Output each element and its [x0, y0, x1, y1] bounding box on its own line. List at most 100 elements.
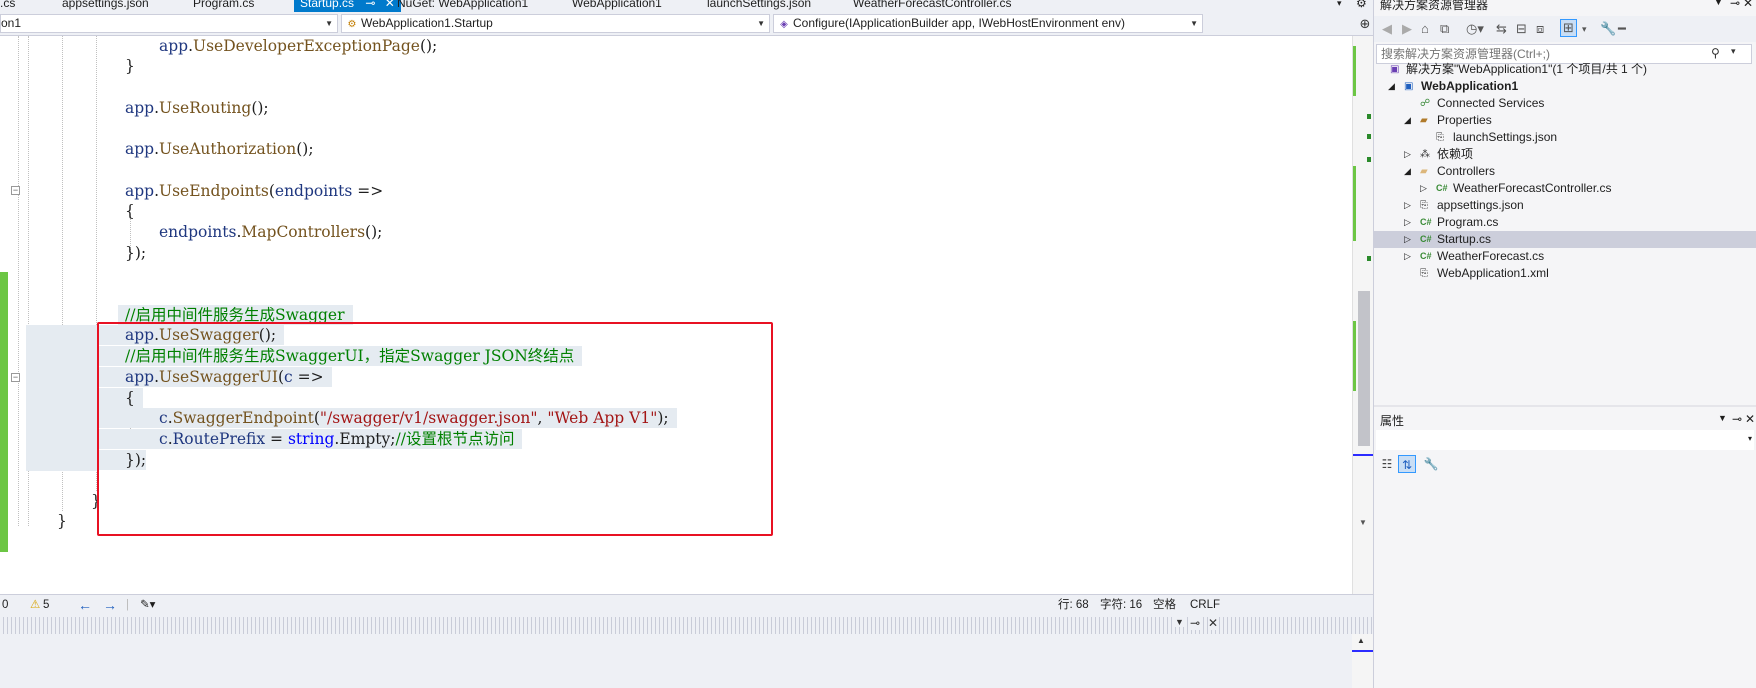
warning-count[interactable]: 5 [43, 595, 49, 616]
pin-icon[interactable]: ⊸ [1190, 616, 1201, 630]
code-editor[interactable]: − − app.UseDeveloperExceptionPage(); } a… [0, 36, 1352, 594]
pending-changes-icon[interactable]: ◷▾ [1466, 21, 1484, 37]
class-dropdown[interactable]: ⚙ WebApplication1.Startup ▼ [341, 14, 770, 33]
tree-item-startup[interactable]: ▷ C# Startup.cs [1374, 231, 1756, 248]
line-ending-indicator[interactable]: CRLF [1190, 595, 1220, 616]
scroll-up-icon[interactable]: ▲ [1357, 636, 1365, 645]
tab-webapplication1[interactable]: WebApplication1 [572, 0, 662, 12]
search-icon[interactable]: ⚲ [1711, 46, 1720, 60]
collapse-all-icon[interactable]: ⊟ [1516, 21, 1527, 37]
collapsed-arrow-icon[interactable]: ▷ [1404, 146, 1411, 163]
property-pages-wrench-icon[interactable]: 🔧 [1422, 455, 1440, 473]
arrow-right-icon[interactable]: → [103, 595, 117, 616]
pin-icon[interactable]: ⊸ [1732, 412, 1742, 426]
search-input[interactable] [1381, 46, 1711, 62]
folder-icon: ▰ [1420, 166, 1428, 177]
tree-item-controllers[interactable]: ◢ ▰ Controllers [1374, 163, 1756, 180]
tree-item-label: WeatherForecastController.cs [1453, 181, 1612, 195]
tree-item-label: Program.cs [1437, 215, 1499, 229]
code-token: endpoints [274, 182, 353, 200]
tree-item-appsettings[interactable]: ▷ ⎘ appsettings.json [1374, 197, 1756, 214]
dropdown-icon[interactable]: ▼ [1175, 617, 1184, 627]
member-dropdown[interactable]: ◈ Configure(IApplicationBuilder app, IWeb… [773, 14, 1203, 33]
preview-selected-icon[interactable]: ⊞ [1560, 19, 1577, 37]
tree-item-xml[interactable]: ⎘ WebApplication1.xml [1374, 265, 1756, 282]
tab-overflow-icon[interactable]: ▾ [1337, 0, 1342, 12]
tree-item-dependencies[interactable]: ▷ ⁂ 依赖项 [1374, 146, 1756, 163]
tree-item-weatherforecastcontroller[interactable]: ▷ C# WeatherForecastController.cs [1374, 180, 1756, 197]
code-line: { [125, 202, 135, 220]
collapsed-arrow-icon[interactable]: ▷ [1404, 214, 1411, 231]
tree-item-weatherforecast[interactable]: ▷ C# WeatherForecast.cs [1374, 248, 1756, 265]
pin-icon[interactable]: ⊸ [1730, 0, 1740, 10]
switch-views-icon[interactable]: ⧉ [1440, 21, 1449, 37]
project-dropdown[interactable]: on1 ▼ [0, 14, 338, 33]
forward-icon[interactable]: ▶ [1402, 21, 1412, 37]
tree-item-solution[interactable]: ▣ 解决方案"WebApplication1"(1 个项目/共 1 个) [1374, 61, 1756, 78]
back-icon[interactable]: ◀ [1382, 21, 1392, 37]
properties-toolbar: ☷ ⇅ 🔧 [1376, 452, 1754, 476]
dropdown-icon[interactable]: ▾ [1582, 24, 1587, 35]
search-options-icon[interactable]: ▾ [1731, 46, 1736, 57]
json-file-icon: ⎘ [1436, 132, 1444, 143]
categorized-icon[interactable]: ☷ [1378, 455, 1396, 473]
alphabetical-icon[interactable]: ⇅ [1398, 455, 1416, 473]
collapsed-arrow-icon[interactable]: ▷ [1404, 197, 1411, 214]
close-icon[interactable]: ✕ [385, 0, 395, 10]
zoom-level[interactable]: 0 [2, 595, 8, 616]
collapsed-arrow-icon[interactable]: ▷ [1420, 180, 1427, 197]
show-all-files-icon[interactable]: ⧈ [1536, 21, 1544, 37]
change-marker [1353, 166, 1356, 241]
expanded-arrow-icon[interactable]: ◢ [1404, 112, 1411, 129]
collapse-region-icon[interactable]: − [11, 186, 20, 195]
indent-indicator[interactable]: 空格 [1153, 595, 1176, 616]
close-icon[interactable]: ✕ [1743, 0, 1753, 10]
tree-item-program[interactable]: ▷ C# Program.cs [1374, 214, 1756, 231]
sync-icon[interactable]: ⇆ [1496, 21, 1507, 37]
dropdown-icon[interactable]: ▼ [1714, 0, 1723, 7]
brush-icon[interactable]: ✎▾ [140, 595, 155, 616]
collapsed-arrow-icon[interactable]: ▷ [1404, 248, 1411, 265]
minus-icon[interactable]: ━ [1618, 21, 1626, 37]
tab-startup[interactable]: Startup.cs ⊸ ✕ [294, 0, 401, 12]
csharp-file-icon: C# [1420, 217, 1432, 227]
expanded-arrow-icon[interactable]: ◢ [1388, 78, 1395, 95]
settings-gear-icon[interactable]: ⚙ [1356, 0, 1367, 12]
connected-services-icon: ☍ [1420, 98, 1431, 109]
project-dropdown-value: on1 [1, 16, 22, 30]
caret-position-marker [1352, 650, 1373, 652]
close-icon[interactable]: ✕ [1745, 412, 1755, 426]
scrollbar-thumb[interactable] [1358, 291, 1370, 446]
tree-item-properties[interactable]: ◢ ▰ Properties [1374, 112, 1756, 129]
tab-weatherforecastcontroller[interactable]: WeatherForecastController.cs [853, 0, 1012, 12]
navigation-bar: on1 ▼ ⚙ WebApplication1.Startup ▼ ◈ Config… [0, 12, 1373, 36]
solution-explorer-toolbar: ◀ ▶ ⌂ ⧉ ◷▾ ⇆ ⊟ ⧈ ⊞ ▾ 🔧 ━ [1374, 16, 1756, 42]
tab-program[interactable]: Program.cs [193, 0, 254, 12]
properties-object-selector[interactable]: ▾ [1376, 430, 1754, 450]
code-line: }); [125, 244, 147, 262]
tree-item-project[interactable]: ◢ ▣ WebApplication1 [1374, 78, 1756, 95]
collapse-region-icon[interactable]: − [11, 373, 20, 382]
tree-item-connected-services[interactable]: ☍ Connected Services [1374, 95, 1756, 112]
editor-status-bar: 0 ⚠ 5 ← → | ✎▾ 行: 68 字符: 16 空格 CRLF [0, 594, 1373, 617]
pin-icon[interactable]: ⊸ [365, 0, 375, 10]
tab-nuget[interactable]: NuGet: WebApplication1 [397, 0, 528, 12]
bottom-panel-scrollbar[interactable]: ▲ [1352, 634, 1373, 688]
split-window-icon[interactable]: ⊕ [1357, 14, 1373, 33]
arrow-left-icon[interactable]: ← [78, 595, 92, 616]
properties-wrench-icon[interactable]: 🔧 [1600, 21, 1616, 37]
tab-cs[interactable]: .cs [0, 0, 15, 12]
tab-appsettings[interactable]: appsettings.json [62, 0, 149, 12]
close-icon[interactable]: ✕ [1208, 616, 1219, 630]
dropdown-icon[interactable]: ▼ [1718, 413, 1727, 423]
expanded-arrow-icon[interactable]: ◢ [1404, 163, 1411, 180]
home-icon[interactable]: ⌂ [1421, 21, 1429, 36]
tree-item-launchsettings[interactable]: ⎘ launchSettings.json [1374, 129, 1756, 146]
collapsed-arrow-icon[interactable]: ▷ [1404, 231, 1411, 248]
tree-item-label: Connected Services [1437, 96, 1545, 110]
editor-scrollbar[interactable]: ▼ [1352, 36, 1374, 594]
panel-divider [1374, 405, 1756, 407]
code-token: endpoints [159, 223, 237, 241]
scroll-down-icon[interactable]: ▼ [1359, 518, 1367, 527]
tab-launchsettings[interactable]: launchSettings.json [707, 0, 811, 12]
